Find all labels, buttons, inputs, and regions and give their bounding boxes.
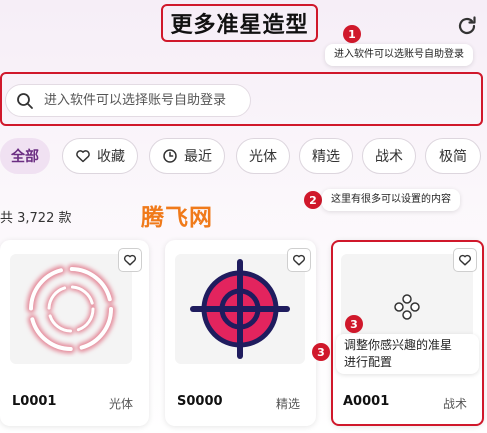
result-count: 共 3,722 款 <box>0 211 72 226</box>
annotation-badge-3-outer: 3 <box>312 343 330 361</box>
favorite-button[interactable] <box>118 248 142 272</box>
annotation-tip-3: 调整你感兴趣的准星 进行配置 <box>336 334 479 374</box>
crosshair-card[interactable]: S0000 精选 <box>165 240 316 426</box>
crosshair-preview <box>10 254 132 364</box>
filter-chip-minimal[interactable]: 极简 <box>425 138 481 174</box>
filter-chip-all[interactable]: 全部 <box>0 138 50 174</box>
crosshair-preview <box>175 254 305 364</box>
filter-chip-recent[interactable]: 最近 <box>149 138 225 174</box>
annotation-tip-1: 进入软件可以选账号自助登录 <box>325 44 473 66</box>
page-title: 更多准星造型 <box>161 4 318 42</box>
filter-chip-featured[interactable]: 精选 <box>299 138 353 174</box>
heart-icon <box>76 150 90 163</box>
annotation-badge-3: 3 <box>345 315 363 333</box>
filter-chip-favorites[interactable]: 收藏 <box>62 138 138 174</box>
crosshair-tag: 光体 <box>109 397 134 411</box>
annotation-tip-2: 这里有很多可以设置的内容 <box>322 189 460 211</box>
annotation-badge-1: 1 <box>343 25 361 43</box>
crosshair-tag: 精选 <box>276 397 301 411</box>
card-highlight-box <box>331 240 484 426</box>
crosshair-card[interactable]: L0001 光体 <box>0 240 149 426</box>
crosshair-id: L0001 <box>12 394 57 409</box>
ring-crosshair-icon <box>26 264 116 354</box>
annotation-badge-2: 2 <box>304 191 322 209</box>
search-bar[interactable] <box>5 84 251 117</box>
search-icon <box>17 92 33 109</box>
filter-chip-light[interactable]: 光体 <box>236 138 290 174</box>
favorite-button[interactable] <box>287 248 311 272</box>
clock-icon <box>163 149 177 163</box>
heart-icon <box>124 254 136 266</box>
search-input[interactable] <box>42 92 236 109</box>
heart-icon <box>293 254 305 266</box>
refresh-icon[interactable] <box>455 14 479 38</box>
watermark-logo: 腾飞网 <box>141 205 213 231</box>
target-crosshair-icon <box>190 259 290 359</box>
filter-chip-tactical[interactable]: 战术 <box>362 138 416 174</box>
crosshair-id: S0000 <box>177 394 223 409</box>
